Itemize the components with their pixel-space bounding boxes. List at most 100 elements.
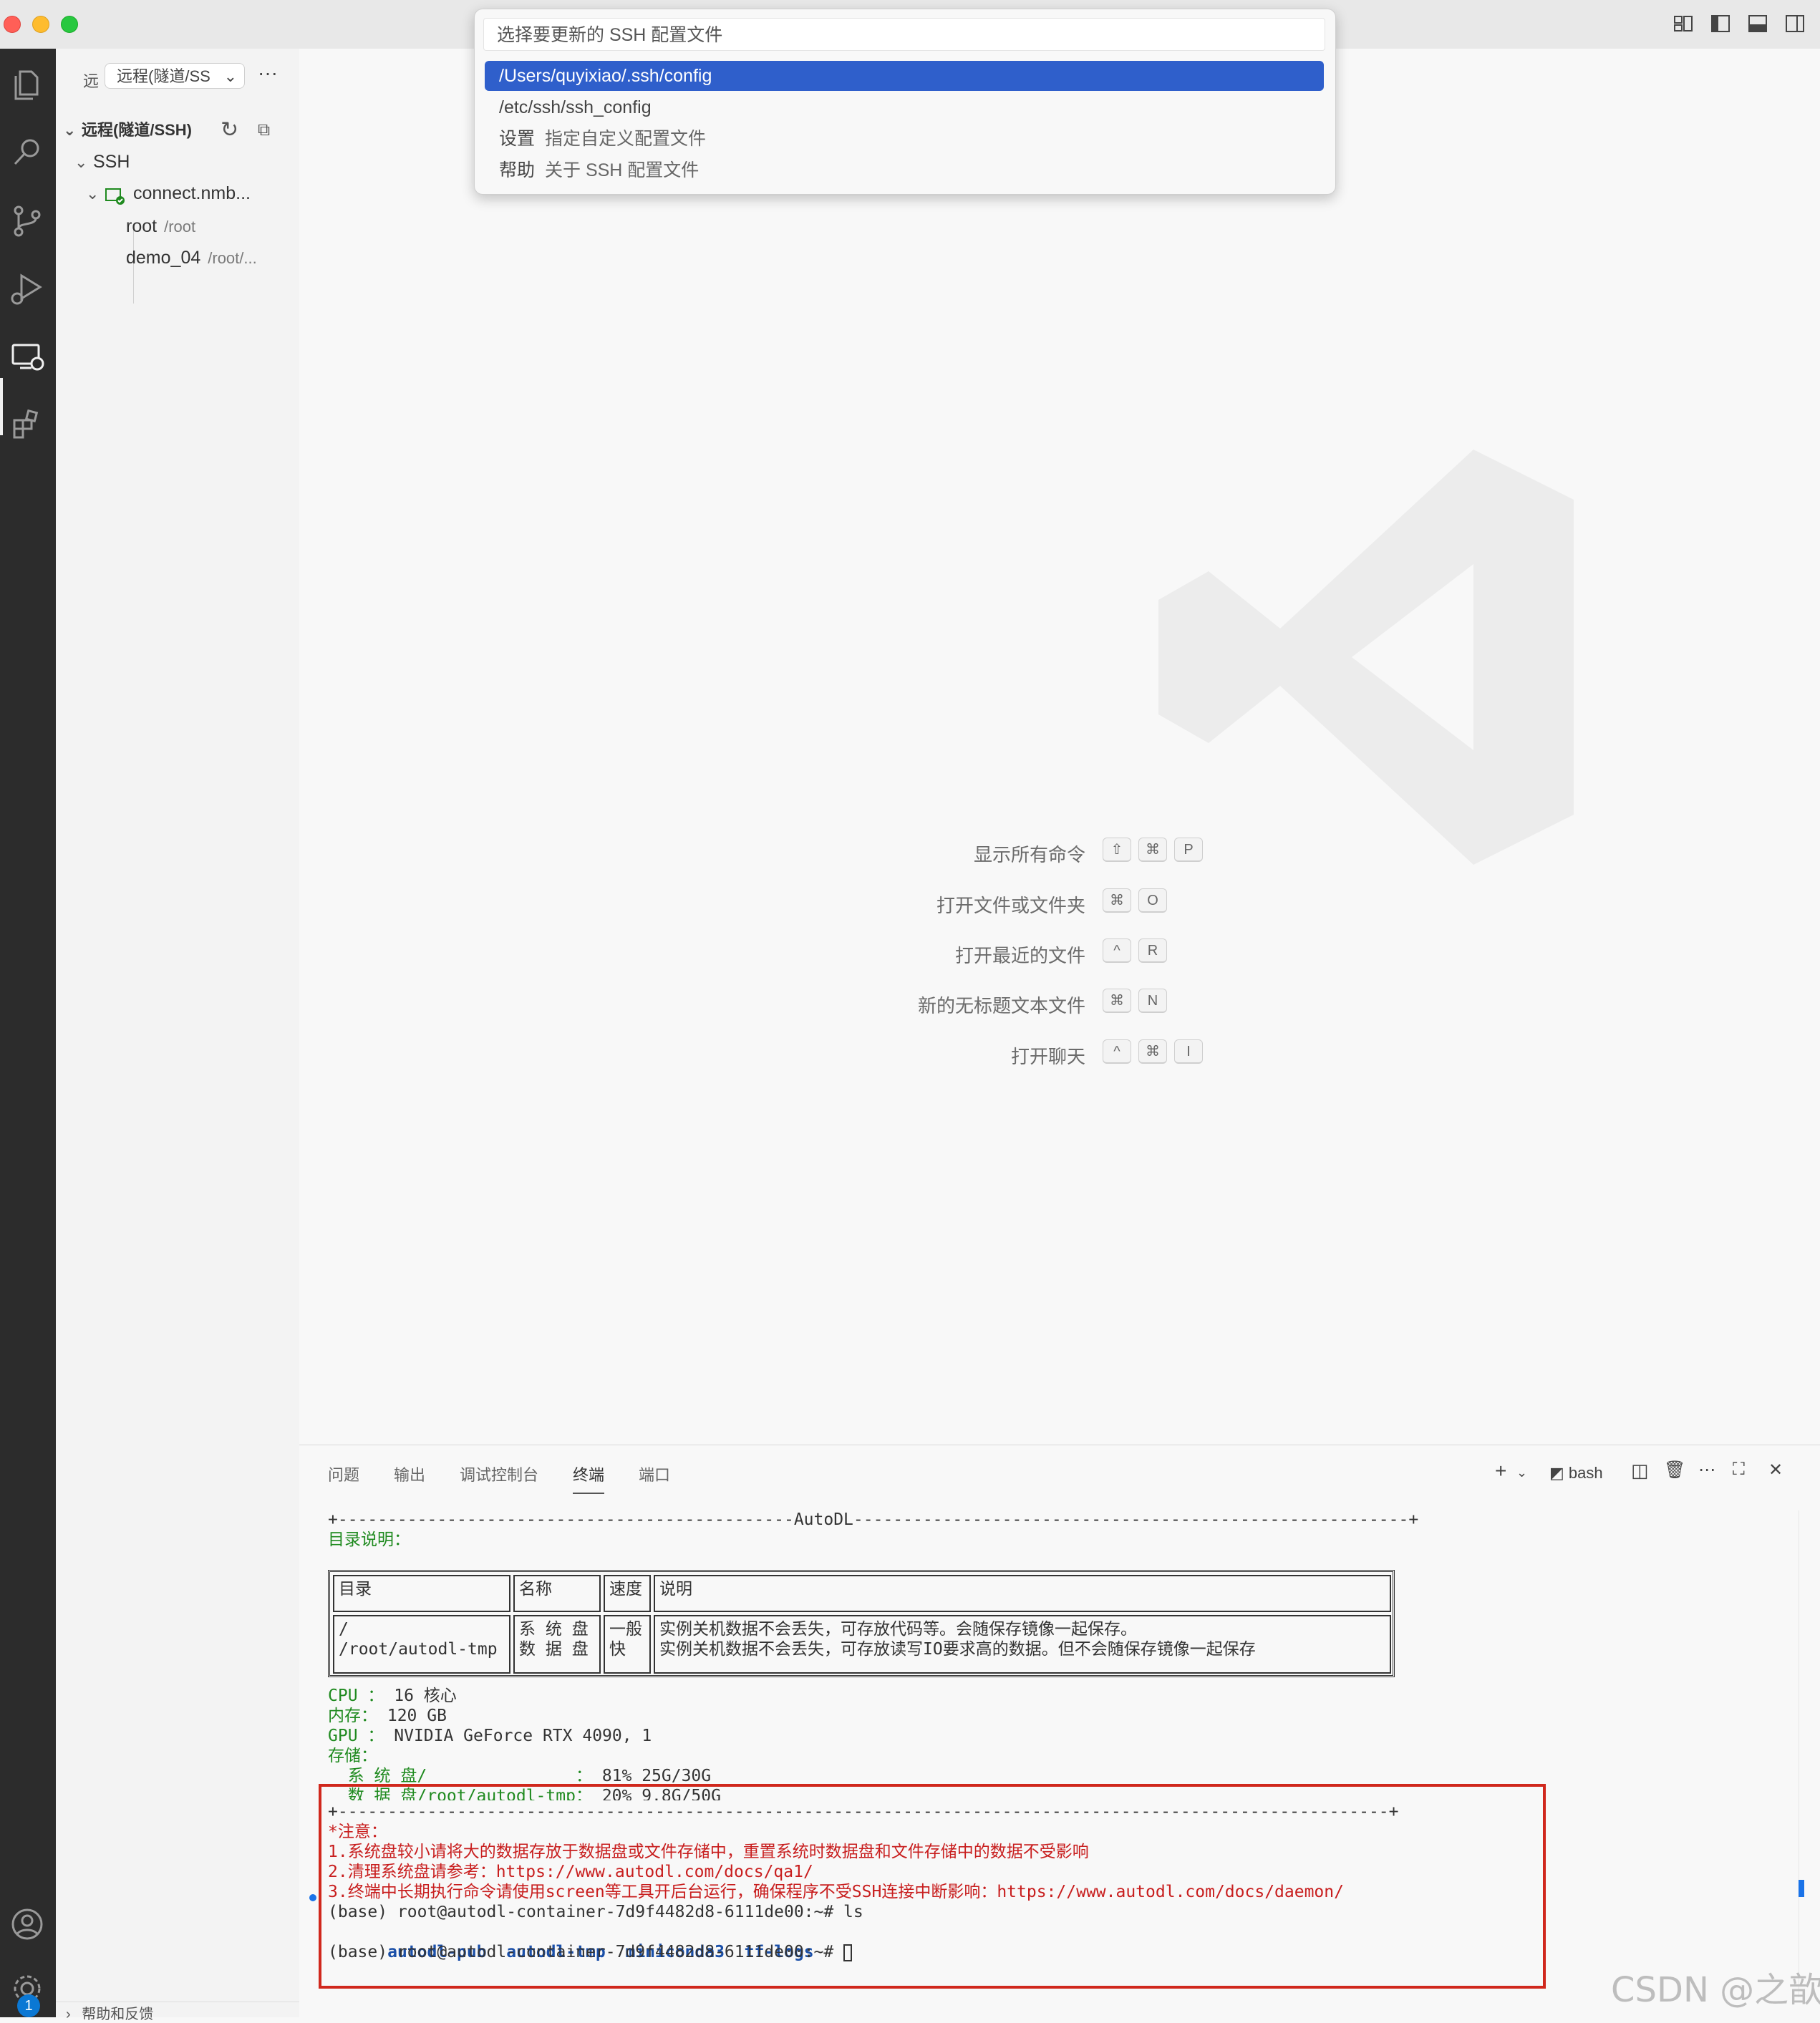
tree-item-host[interactable]: ⌄ connect.nmb... xyxy=(86,178,251,209)
key-cap: ⌘ xyxy=(1138,1039,1167,1064)
close-window-button[interactable] xyxy=(4,16,21,33)
csdn-watermark: CSDN @之歆 xyxy=(1611,1970,1820,2010)
panel-actions: + ⌄ ◩ bash ◫ 🗑 ⋯ ⛶ ✕ xyxy=(1495,1460,1803,1488)
shortcut-label: 打开文件或文件夹 xyxy=(936,895,1085,916)
extensions-icon[interactable] xyxy=(6,403,49,446)
key-cap: ⌘ xyxy=(1138,838,1167,862)
dir-title: 目录说明： xyxy=(328,1530,410,1549)
table-header-cell: 目录 xyxy=(333,1575,510,1612)
table-cell: 一般 快 xyxy=(604,1615,651,1674)
remote-explorer-sidebar: 远 远程(隧道/SS ⌄ ··· ⌄ 远程(隧道/SSH) ↻ ⧉ ⌄ SSH ⌄ c… xyxy=(56,49,300,2017)
spec-row: GPU ： NVIDIA GeForce RTX 4090, 1 xyxy=(328,1726,652,1746)
command-decoration-icon xyxy=(309,1894,316,1901)
shortcut-label: 打开聊天 xyxy=(1010,1046,1085,1067)
tab-terminal[interactable]: 终端 xyxy=(573,1462,605,1494)
folder-name: demo_04 xyxy=(126,248,201,268)
quick-pick-item-label: /etc/ssh/ssh_config xyxy=(499,97,652,117)
toggle-secondary-sidebar-icon[interactable] xyxy=(1784,13,1806,34)
more-actions-icon[interactable]: ⋯ xyxy=(1698,1460,1715,1480)
spec-key: GPU ： xyxy=(328,1727,384,1745)
terminal-shell-label[interactable]: ◩ bash xyxy=(1549,1464,1603,1483)
files-icon[interactable] xyxy=(6,63,49,106)
spec-key: 内存： xyxy=(328,1707,377,1725)
spec-row: 内存： 120 GB xyxy=(328,1706,447,1726)
quick-pick-item-desc: 指定自定义配置文件 xyxy=(545,129,707,149)
quick-pick-item[interactable]: /etc/ssh/ssh_config xyxy=(485,92,1324,122)
quick-pick-input[interactable]: 选择要更新的 SSH 配置文件 xyxy=(483,18,1325,51)
dir-table: 目录 名称 速度 说明 / /root/autodl-tmp 系 统 盘 数 据… xyxy=(328,1570,1395,1677)
disk-value: 81% 25G/30G xyxy=(601,1767,712,1785)
spec-value: 120 GB xyxy=(387,1707,447,1725)
section-title: 远程(隧道/SSH) xyxy=(82,121,193,139)
minimize-window-button[interactable] xyxy=(32,16,49,33)
annotation-highlight-box xyxy=(319,1784,1546,1989)
toggle-primary-sidebar-icon[interactable] xyxy=(1710,13,1731,34)
quick-pick-item-desc: 关于 SSH 配置文件 xyxy=(545,160,700,180)
spec-value: 16 核心 xyxy=(394,1687,457,1705)
help-feedback-label: 帮助和反馈 xyxy=(82,2007,154,2022)
quick-pick-item[interactable]: /Users/quyixiao/.ssh/config xyxy=(485,61,1324,91)
key-cap: N xyxy=(1138,989,1167,1013)
split-terminal-icon[interactable]: ◫ xyxy=(1631,1460,1649,1482)
remote-explorer-icon[interactable] xyxy=(6,335,49,378)
spec-row: 存储： xyxy=(328,1746,377,1766)
disk-row: 系 统 盘/ ： 81% 25G/30G xyxy=(328,1766,711,1786)
new-terminal-icon[interactable]: + xyxy=(1495,1460,1506,1483)
tree-item-label: SSH xyxy=(93,152,130,172)
zoom-window-button[interactable] xyxy=(61,16,78,33)
help-feedback-section[interactable]: › 帮助和反馈 xyxy=(56,2002,299,2022)
tree-item-ssh[interactable]: ⌄ SSH xyxy=(74,146,130,178)
collapse-all-icon[interactable]: ⧉ xyxy=(258,120,270,140)
remote-type-value: 远程(隧道/SS xyxy=(117,67,210,85)
table-header-cell: 名称 xyxy=(513,1575,601,1612)
terminal-banner: +---------------------------------------… xyxy=(328,1510,1419,1529)
active-view-indicator xyxy=(0,378,3,435)
scrollbar-marker xyxy=(1799,1880,1804,1897)
chevron-right-icon: › xyxy=(66,2007,71,2022)
quick-pick-item[interactable]: 设置 指定自定义配置文件 xyxy=(485,124,1324,154)
search-icon[interactable] xyxy=(6,131,49,174)
sidebar-header: 远 远程(隧道/SS ⌄ ··· xyxy=(56,62,299,93)
quick-pick-item[interactable]: 帮助 关于 SSH 配置文件 xyxy=(485,155,1324,185)
account-icon[interactable] xyxy=(6,1903,49,1946)
activity-bar xyxy=(0,49,56,2017)
shortcut-label: 新的无标题文本文件 xyxy=(917,995,1085,1017)
maximize-panel-icon[interactable]: ⛶ xyxy=(1733,1460,1745,1480)
tab-ports[interactable]: 端口 xyxy=(639,1462,670,1485)
terminal-scrollbar[interactable] xyxy=(1799,1510,1808,1997)
spec-key: 存储： xyxy=(328,1747,377,1765)
key-cap: R xyxy=(1138,938,1167,963)
tab-output[interactable]: 输出 xyxy=(394,1462,425,1485)
run-debug-icon[interactable] xyxy=(6,267,49,310)
source-control-icon[interactable] xyxy=(6,199,49,242)
toggle-panel-icon[interactable] xyxy=(1747,13,1768,34)
folder-path: /root/... xyxy=(208,249,257,267)
terminal-icon: ◩ xyxy=(1549,1464,1564,1482)
close-panel-icon[interactable]: ✕ xyxy=(1768,1460,1783,1480)
shell-name: bash xyxy=(1568,1464,1603,1482)
kill-terminal-icon[interactable]: 🗑 xyxy=(1664,1460,1685,1480)
shortcut-label: 显示所有命令 xyxy=(973,844,1085,865)
chevron-down-icon[interactable]: ⌄ xyxy=(1516,1465,1527,1480)
spec-value: NVIDIA GeForce RTX 4090, 1 xyxy=(394,1727,652,1745)
key-cap: ⇧ xyxy=(1103,838,1131,862)
refresh-icon[interactable]: ↻ xyxy=(221,117,238,142)
more-actions-button[interactable]: ··· xyxy=(258,62,278,84)
key-cap: ^ xyxy=(1103,1039,1131,1064)
ssh-config-quick-pick: 选择要更新的 SSH 配置文件 /Users/quyixiao/.ssh/con… xyxy=(474,9,1336,195)
tab-problems[interactable]: 问题 xyxy=(328,1462,359,1485)
tab-debug-console[interactable]: 调试控制台 xyxy=(460,1462,538,1485)
editor-area xyxy=(299,49,1820,1445)
shortcut-label: 打开最近的文件 xyxy=(954,945,1085,966)
remote-type-select[interactable]: 远程(隧道/SS ⌄ xyxy=(105,63,245,89)
customize-layout-icon[interactable] xyxy=(1673,13,1694,34)
key-cap: ^ xyxy=(1103,938,1131,963)
section-remote-ssh[interactable]: ⌄ 远程(隧道/SSH) xyxy=(63,115,192,146)
key-cap: ⌘ xyxy=(1103,888,1131,913)
folder-path: /root xyxy=(164,218,196,236)
quick-pick-item-label: 设置 xyxy=(499,129,536,149)
tree-item-folder[interactable]: demo_04/root/... xyxy=(126,242,257,273)
tree-item-folder[interactable]: root/root xyxy=(126,210,195,242)
connected-host-icon xyxy=(105,185,126,205)
sidebar-title-prefix: 远 xyxy=(83,72,100,90)
